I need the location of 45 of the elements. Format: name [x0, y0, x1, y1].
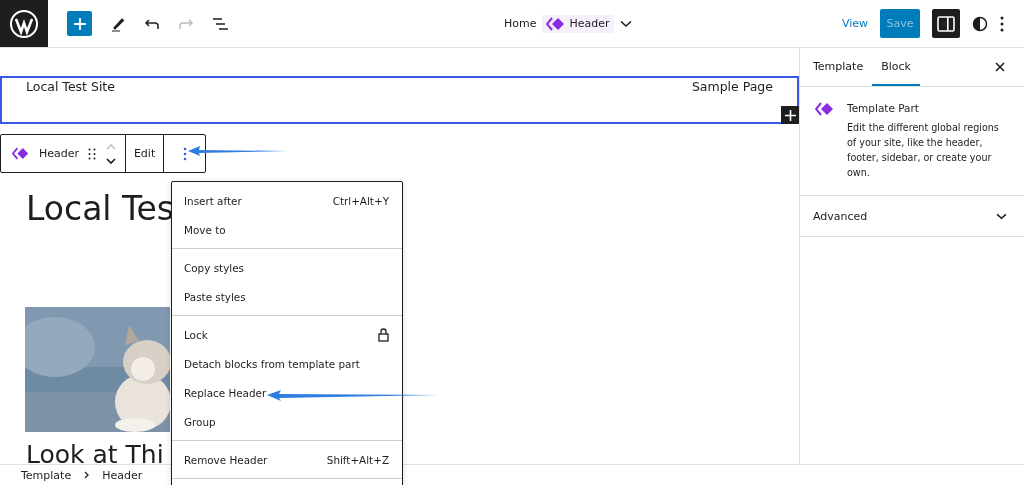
panel-header[interactable]: Advanced — [800, 196, 1024, 237]
template-part-chip[interactable]: Header — [542, 14, 614, 33]
menu-item[interactable]: Lock — [172, 320, 402, 349]
breadcrumb-link[interactable]: Template — [21, 468, 72, 482]
block-card-title: Template Part — [847, 102, 920, 114]
lock-icon — [378, 327, 389, 342]
header-block[interactable]: Local Test Site Sample Page — [0, 76, 799, 124]
contrast-icon[interactable] — [972, 15, 988, 32]
menu-item[interactable]: Detach blocks from template part — [172, 349, 402, 378]
settings-button[interactable] — [932, 9, 960, 38]
close-icon[interactable] — [995, 62, 1005, 72]
template-part-icon — [12, 147, 30, 160]
breadcrumb-link[interactable]: Header — [102, 468, 143, 482]
plus-icon — [72, 16, 87, 31]
chevron-right-icon — [84, 471, 90, 479]
sidebar-tab[interactable]: Template — [804, 48, 873, 86]
add-block-button[interactable] — [67, 11, 92, 36]
block-card-description: Edit the different global regions of your site, like the header, footer, sidebar, or create your own. — [847, 121, 1000, 180]
menu-item[interactable]: Move to — [172, 215, 402, 244]
template-part-icon — [815, 102, 835, 116]
sidebar-tab[interactable]: Block — [872, 48, 920, 86]
sidebar-icon — [937, 15, 955, 32]
menu-item[interactable]: Copy styles — [172, 253, 402, 282]
more-options-icon — [182, 146, 187, 161]
nav-link[interactable]: Sample Page — [691, 79, 773, 94]
post-heading: Look at Thi — [26, 440, 164, 464]
breadcrumb-link[interactable]: Home — [504, 17, 537, 30]
page-heading: Local Tes — [26, 188, 175, 230]
chevron-down-icon — [996, 212, 1007, 220]
site-title: Local Test Site — [26, 79, 115, 94]
block-type-label: Header — [39, 147, 80, 160]
inserter-button[interactable] — [781, 106, 799, 124]
template-part-icon — [546, 16, 567, 31]
chevron-down-icon[interactable] — [619, 19, 632, 28]
wordpress-logo[interactable] — [0, 0, 48, 47]
edit-button[interactable]: Edit — [126, 135, 165, 172]
menu-item[interactable]: Replace Header — [172, 378, 402, 407]
menu-item[interactable]: Remove Header Shift+Alt+Z — [172, 445, 402, 474]
menu-item[interactable]: Insert after Ctrl+Alt+Y — [172, 186, 402, 215]
menu-item[interactable]: Paste styles — [172, 282, 402, 311]
view-link[interactable]: View — [841, 17, 868, 30]
list-view-icon[interactable] — [212, 16, 229, 31]
more-options-icon[interactable] — [1000, 15, 1004, 32]
drag-handle-icon[interactable] — [88, 147, 97, 160]
menu-item[interactable]: Group — [172, 407, 402, 436]
